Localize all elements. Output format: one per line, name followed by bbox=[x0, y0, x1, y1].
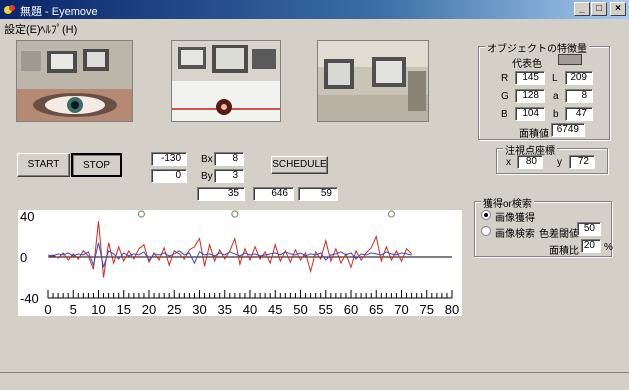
event-marker bbox=[387, 210, 395, 218]
camera-thumbnail-eye bbox=[16, 40, 133, 122]
readout-field-1[interactable]: 35 bbox=[197, 187, 245, 201]
menu-help[interactable]: ﾍﾙﾌﾟ(H) bbox=[40, 21, 77, 37]
schedule-button[interactable]: SCHEDULE bbox=[271, 156, 328, 174]
ratio-label: 面積比 bbox=[549, 246, 579, 257]
threshold-field[interactable]: 50 bbox=[577, 222, 601, 236]
title-bar: 無題 - Eyemove _ □ × bbox=[0, 0, 629, 19]
x-tick-label: 55 bbox=[319, 302, 333, 316]
l-field[interactable]: 209 bbox=[565, 71, 593, 85]
ratio-field[interactable]: 20 bbox=[581, 239, 601, 253]
x-tick-label: 80 bbox=[445, 302, 459, 316]
x-tick-label: 60 bbox=[344, 302, 358, 316]
gaze-x-field[interactable]: 80 bbox=[517, 155, 543, 169]
radio-search-label[interactable]: 画像検索 bbox=[495, 225, 535, 240]
radio-search[interactable] bbox=[481, 226, 491, 236]
features-group: オブジェクトの特徴量 代表色 R 145 L 209 G 128 a 8 B 1… bbox=[478, 40, 610, 140]
by-field[interactable]: 3 bbox=[214, 169, 244, 183]
offset-field-b[interactable]: 0 bbox=[151, 169, 187, 183]
by-label: By bbox=[201, 171, 213, 182]
x-tick-label: 15 bbox=[117, 302, 131, 316]
x-tick-label: 20 bbox=[142, 302, 156, 316]
series-line-red bbox=[47, 221, 412, 278]
stop-button[interactable]: STOP bbox=[71, 153, 122, 177]
minimize-button[interactable]: _ bbox=[574, 2, 590, 16]
event-marker bbox=[231, 210, 239, 218]
x-tick-label: 30 bbox=[192, 302, 206, 316]
rep-color-label: 代表色 bbox=[512, 59, 542, 70]
bx-label: Bx bbox=[201, 154, 213, 165]
acquire-group: 獲得or検索 画像獲得 画像検索 色差閾値 50 面積比 20 % bbox=[474, 195, 613, 257]
radio-acquire-label[interactable]: 画像獲得 bbox=[495, 209, 535, 224]
radio-acquire[interactable] bbox=[481, 210, 491, 220]
window-title: 無題 - Eyemove bbox=[20, 6, 98, 18]
app-icon bbox=[4, 5, 15, 14]
ratio-unit: % bbox=[604, 242, 613, 253]
acquire-legend: 獲得or検索 bbox=[481, 195, 534, 210]
b-field[interactable]: 104 bbox=[515, 107, 545, 121]
x-tick-label: 45 bbox=[268, 302, 282, 316]
zoom-camera-image bbox=[318, 41, 428, 121]
y-tick-label: 40 bbox=[20, 210, 34, 224]
x-tick-label: 10 bbox=[91, 302, 105, 316]
chart-svg: 40 0 -40 0 5 10 15 20 25 30 35 40 45 50 55 60 65 70 75 80 bbox=[20, 209, 459, 317]
a-label: a bbox=[553, 91, 559, 102]
readout-field-2[interactable]: 646 bbox=[253, 187, 294, 201]
offset-field-a[interactable]: -130 bbox=[151, 152, 187, 166]
x-tick-label: 70 bbox=[394, 302, 408, 316]
x-tick-label: 50 bbox=[293, 302, 307, 316]
bx-field[interactable]: 8 bbox=[214, 152, 244, 166]
menu-bar: 設定(E) ﾍﾙﾌﾟ(H) bbox=[0, 19, 629, 36]
target-camera-image bbox=[172, 41, 280, 121]
close-button[interactable]: × bbox=[610, 2, 626, 16]
camera-thumbnail-zoom bbox=[317, 40, 429, 122]
restore-button[interactable]: □ bbox=[591, 2, 607, 16]
x-tick-label: 5 bbox=[70, 302, 77, 316]
eye-camera-image bbox=[17, 41, 132, 121]
y-tick-label: 0 bbox=[20, 250, 27, 265]
start-button[interactable]: START bbox=[17, 153, 70, 177]
rep-color-swatch bbox=[558, 54, 582, 65]
area-field[interactable]: 6749 bbox=[551, 123, 585, 137]
g-label: G bbox=[501, 91, 509, 102]
x-tick-label: 75 bbox=[420, 302, 434, 316]
b-lab-field[interactable]: 47 bbox=[565, 107, 593, 121]
features-legend: オブジェクトの特徴量 bbox=[485, 40, 589, 55]
readout-field-3[interactable]: 59 bbox=[298, 187, 338, 201]
x-tick-label: 65 bbox=[369, 302, 383, 316]
gaze-x-label: x bbox=[506, 157, 511, 168]
eye-movement-chart: 40 0 -40 0 5 10 15 20 25 30 35 40 45 50 55 60 65 70 75 80 bbox=[18, 209, 462, 317]
y-tick-label: -40 bbox=[20, 291, 39, 306]
gaze-y-field[interactable]: 72 bbox=[569, 155, 595, 169]
menu-settings[interactable]: 設定(E) bbox=[4, 21, 41, 37]
x-tick-label: 40 bbox=[243, 302, 257, 316]
g-field[interactable]: 128 bbox=[515, 89, 545, 103]
gaze-y-label: y bbox=[557, 157, 562, 168]
l-label: L bbox=[552, 73, 558, 84]
x-tick-label: 35 bbox=[218, 302, 232, 316]
threshold-label: 色差閾値 bbox=[539, 229, 579, 240]
r-label: R bbox=[501, 73, 509, 84]
a-field[interactable]: 8 bbox=[565, 89, 593, 103]
status-bar bbox=[0, 372, 629, 390]
b-label: B bbox=[501, 109, 508, 120]
series-line-blue bbox=[47, 242, 412, 268]
x-tick-label: 25 bbox=[167, 302, 181, 316]
x-tick-label: 0 bbox=[44, 302, 51, 316]
camera-thumbnail-target bbox=[171, 40, 281, 122]
gaze-group: 注視点座標 x 80 y 72 bbox=[496, 142, 608, 174]
b-lab-label: b bbox=[553, 109, 559, 120]
area-label: 面積値 bbox=[519, 129, 549, 140]
event-marker bbox=[137, 210, 146, 218]
r-field[interactable]: 145 bbox=[515, 71, 545, 85]
